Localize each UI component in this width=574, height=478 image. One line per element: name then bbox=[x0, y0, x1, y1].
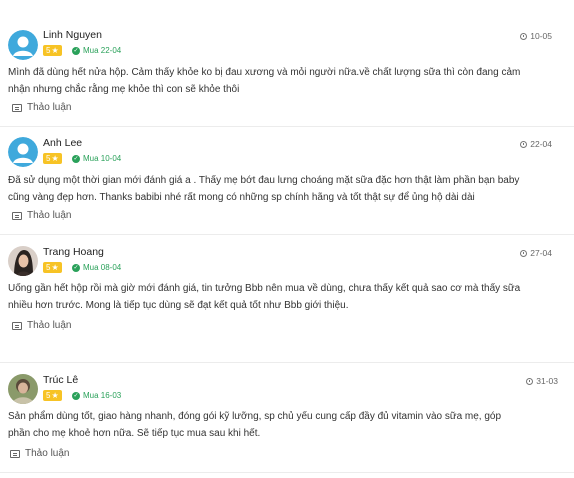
check-icon: ✓ bbox=[72, 46, 80, 55]
user-avatar bbox=[8, 137, 38, 167]
review-date-text: 22-04 bbox=[530, 139, 552, 149]
review-text: Mình đã dùng hết nửa hộp. Cảm thấy khỏe … bbox=[8, 64, 558, 98]
star-icon: ★ bbox=[51, 46, 59, 55]
rating-value: 5 bbox=[46, 154, 51, 163]
clock-icon bbox=[526, 377, 534, 385]
user-photo-icon bbox=[8, 246, 38, 276]
user-photo-icon bbox=[8, 374, 38, 404]
review-text-line: Đã sử dụng một thời gian mới đánh giá a … bbox=[8, 175, 520, 186]
user-avatar bbox=[8, 374, 38, 404]
reviewer-name: Trang Hoang bbox=[43, 246, 104, 258]
divider bbox=[0, 472, 574, 473]
discuss-button[interactable]: Thảo luận bbox=[12, 320, 71, 331]
review-text: Uống gần hết hộp rồi mà giờ mới đánh giá… bbox=[8, 280, 558, 314]
reviewer-name: Anh Lee bbox=[43, 137, 83, 149]
purchase-date-text: Mua 10-04 bbox=[83, 154, 122, 163]
star-icon: ★ bbox=[51, 154, 59, 163]
discuss-button[interactable]: Thảo luận bbox=[12, 210, 71, 221]
purchase-date: ✓ Mua 16-03 bbox=[72, 391, 121, 400]
review-text-line: Mình đã dùng hết nửa hộp. Cảm thấy khỏe … bbox=[8, 67, 521, 78]
review-text-line: Uống gần hết hộp rồi mà giờ mới đánh giá… bbox=[8, 283, 521, 294]
check-icon: ✓ bbox=[72, 391, 80, 400]
rating-badge: 5 ★ bbox=[43, 45, 62, 56]
review-date: 22-04 bbox=[520, 139, 552, 149]
clock-icon bbox=[520, 32, 528, 40]
clock-icon bbox=[520, 140, 528, 148]
review-date-text: 31-03 bbox=[536, 376, 558, 386]
default-user-icon bbox=[8, 30, 38, 60]
reviewer-name: Trúc Lê bbox=[43, 374, 79, 386]
review-text-line: nhiều hơn trước. Mong là tiếp tục dùng s… bbox=[8, 300, 349, 311]
review-text-line: Sản phẩm dùng tốt, giao hàng nhanh, đóng… bbox=[8, 411, 502, 422]
purchase-date: ✓ Mua 08-04 bbox=[72, 263, 121, 272]
discuss-label: Thảo luận bbox=[27, 210, 72, 221]
purchase-date-text: Mua 22-04 bbox=[83, 46, 122, 55]
discuss-label: Thảo luận bbox=[27, 320, 72, 331]
rating-badge: 5 ★ bbox=[43, 390, 62, 401]
discuss-button[interactable]: Thảo luận bbox=[12, 102, 71, 113]
comment-icon bbox=[12, 211, 22, 220]
review-date-text: 27-04 bbox=[530, 248, 552, 258]
review-text-line: cũng vàng đẹp hơn. Thanks babibi nhé rất… bbox=[8, 192, 475, 203]
default-user-icon bbox=[8, 137, 38, 167]
review-text-line: phần cho mẹ khoẻ hơn nữa. Sẽ tiếp tục mu… bbox=[8, 428, 261, 439]
divider bbox=[0, 126, 574, 127]
discuss-label: Thảo luận bbox=[27, 102, 72, 113]
divider bbox=[0, 234, 574, 235]
review-text-line: nhận nhưng chắc rằng mẹ khỏe thì con sẽ … bbox=[8, 84, 240, 95]
review-date-text: 10-05 bbox=[530, 31, 552, 41]
review-date: 27-04 bbox=[520, 248, 552, 258]
comment-icon bbox=[10, 449, 20, 458]
review-date: 31-03 bbox=[526, 376, 558, 386]
discuss-button[interactable]: Thảo luận bbox=[10, 448, 69, 459]
rating-badge: 5 ★ bbox=[43, 262, 62, 273]
divider bbox=[0, 362, 574, 363]
clock-icon bbox=[520, 249, 528, 257]
rating-value: 5 bbox=[46, 46, 51, 55]
star-icon: ★ bbox=[51, 391, 59, 400]
purchase-date-text: Mua 08-04 bbox=[83, 263, 122, 272]
comment-icon bbox=[12, 103, 22, 112]
rating-badge: 5 ★ bbox=[43, 153, 62, 164]
star-icon: ★ bbox=[51, 263, 59, 272]
review-date: 10-05 bbox=[520, 31, 552, 41]
review-text: Đã sử dụng một thời gian mới đánh giá a … bbox=[8, 172, 558, 206]
check-icon: ✓ bbox=[72, 263, 80, 272]
reviewer-name: Linh Nguyen bbox=[43, 29, 102, 41]
user-avatar bbox=[8, 30, 38, 60]
review-text: Sản phẩm dùng tốt, giao hàng nhanh, đóng… bbox=[8, 408, 558, 442]
discuss-label: Thảo luận bbox=[25, 448, 70, 459]
purchase-date: ✓ Mua 22-04 bbox=[72, 46, 121, 55]
purchase-date-text: Mua 16-03 bbox=[83, 391, 122, 400]
purchase-date: ✓ Mua 10-04 bbox=[72, 154, 121, 163]
rating-value: 5 bbox=[46, 391, 51, 400]
comment-icon bbox=[12, 321, 22, 330]
user-avatar bbox=[8, 246, 38, 276]
check-icon: ✓ bbox=[72, 154, 80, 163]
rating-value: 5 bbox=[46, 263, 51, 272]
